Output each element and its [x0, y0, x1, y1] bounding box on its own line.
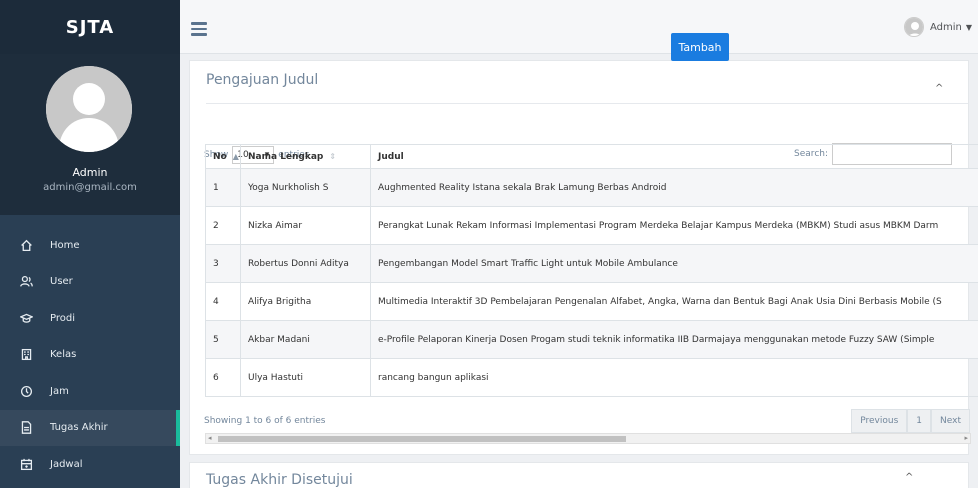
sidebar-item-user[interactable]: User: [0, 264, 180, 301]
collapse-icon[interactable]: ^: [935, 83, 943, 94]
table-row[interactable]: 4 Alifya Brigitha Multimedia Interaktif …: [205, 282, 978, 321]
user-name: Admin: [929, 21, 962, 33]
sort-icon: ⇕: [329, 151, 337, 161]
caret-down-icon: ▼: [965, 22, 972, 32]
clock-icon: [18, 383, 34, 399]
table-row[interactable]: 5 Akbar Madani e-Profile Pelaporan Kiner…: [205, 320, 978, 359]
sidebar-item-home[interactable]: Home: [0, 227, 180, 264]
sidebar-item-label: Jam: [50, 385, 69, 397]
document-icon: [18, 420, 34, 436]
cell-no: 6: [205, 358, 241, 397]
table-header-row: No ▲ Nama Lengkap ⇕ Judul: [205, 144, 978, 169]
sidebar-item-label: Home: [50, 239, 80, 251]
page-button[interactable]: 1: [907, 409, 932, 433]
next-button[interactable]: Next: [931, 409, 970, 433]
cell-no: 5: [205, 320, 241, 359]
previous-button[interactable]: Previous: [851, 409, 908, 433]
horizontal-scrollbar[interactable]: ◂ ▸: [205, 433, 971, 444]
cell-nama: Yoga Nurkholish S: [240, 168, 371, 207]
top-navbar: Admin ▼: [180, 0, 978, 54]
graduation-icon: [18, 310, 34, 326]
pagination: Previous 1 Next: [851, 409, 970, 433]
cell-no: 1: [205, 168, 241, 207]
sidebar: SJTA Admin admin@gmail.com Home User Pro…: [0, 0, 180, 488]
panel-title: Tugas Akhir Disetujui: [206, 472, 353, 488]
cell-no: 2: [205, 206, 241, 245]
user-avatar-small: [903, 17, 924, 37]
tugas-akhir-disetujui-panel: Tugas Akhir Disetujui: [189, 462, 969, 488]
profile-name: Admin: [72, 166, 108, 179]
sidebar-item-prodi[interactable]: Prodi: [0, 300, 180, 337]
sidebar-item-label: Jadwal: [50, 458, 83, 470]
user-avatar-icon: [46, 66, 132, 152]
avatar: [46, 66, 132, 152]
sidebar-item-label: Tugas Akhir: [50, 422, 108, 434]
cell-no: 4: [205, 282, 241, 321]
cell-judul: Aughmented Reality Istana sekala Brak La…: [370, 168, 978, 207]
profile-email: admin@gmail.com: [43, 182, 137, 193]
calendar-icon: [18, 456, 34, 472]
cell-judul: Perangkat Lunak Rekam Informasi Implemen…: [370, 206, 978, 245]
profile-section: Admin admin@gmail.com: [0, 54, 180, 215]
data-table: No ▲ Nama Lengkap ⇕ Judul 1 Yoga Nurkholis…: [205, 144, 978, 397]
cell-nama: Alifya Brigitha: [240, 282, 371, 321]
sidebar-item-label: User: [50, 276, 73, 288]
tambah-button[interactable]: Tambah: [671, 33, 729, 61]
cell-nama: Nizka Aimar: [240, 206, 371, 245]
cell-nama: Akbar Madani: [240, 320, 371, 359]
column-header-nama[interactable]: Nama Lengkap ⇕: [240, 144, 371, 169]
cell-judul: Multimedia Interaktif 3D Pembelajaran Pe…: [370, 282, 978, 321]
panel-title: Pengajuan Judul: [206, 72, 319, 88]
menu-toggle-icon[interactable]: [191, 22, 207, 36]
sidebar-menu: Home User Prodi Kelas Jam Tugas Akhir Ja…: [0, 227, 180, 483]
collapse-icon[interactable]: ^: [905, 472, 913, 483]
users-icon: [18, 274, 34, 290]
user-avatar-icon: [904, 18, 923, 36]
scroll-right-icon[interactable]: ▸: [964, 434, 968, 442]
sidebar-item-label: Prodi: [50, 312, 75, 324]
cell-judul: rancang bangun aplikasi: [370, 358, 978, 397]
column-header-no[interactable]: No ▲: [205, 144, 241, 169]
brand-title[interactable]: SJTA: [0, 0, 180, 54]
sidebar-item-jam[interactable]: Jam: [0, 373, 180, 410]
table-row[interactable]: 3 Robertus Donni Aditya Pengembangan Mod…: [205, 244, 978, 283]
divider: [206, 103, 968, 104]
sidebar-item-jadwal[interactable]: Jadwal: [0, 446, 180, 483]
building-icon: [18, 347, 34, 363]
cell-no: 3: [205, 244, 241, 283]
cell-nama: Robertus Donni Aditya: [240, 244, 371, 283]
sidebar-item-kelas[interactable]: Kelas: [0, 337, 180, 374]
cell-nama: Ulya Hastuti: [240, 358, 371, 397]
table-row[interactable]: 6 Ulya Hastuti rancang bangun aplikasi: [205, 358, 978, 397]
table-row[interactable]: 1 Yoga Nurkholish S Aughmented Reality I…: [205, 168, 978, 207]
user-dropdown[interactable]: Admin ▼: [903, 17, 972, 37]
scroll-thumb[interactable]: [218, 436, 626, 442]
scroll-left-icon[interactable]: ◂: [208, 434, 212, 442]
sidebar-item-label: Kelas: [50, 349, 77, 361]
sidebar-item-tugas-akhir[interactable]: Tugas Akhir: [0, 409, 180, 446]
sort-asc-icon: ▲: [232, 151, 239, 161]
table-info: Showing 1 to 6 of 6 entries: [204, 416, 326, 426]
column-header-judul[interactable]: Judul: [370, 144, 978, 169]
table-row[interactable]: 2 Nizka Aimar Perangkat Lunak Rekam Info…: [205, 206, 978, 245]
cell-judul: Pengembangan Model Smart Traffic Light u…: [370, 244, 978, 283]
cell-judul: e-Profile Pelaporan Kinerja Dosen Progam…: [370, 320, 978, 359]
home-icon: [18, 237, 34, 253]
